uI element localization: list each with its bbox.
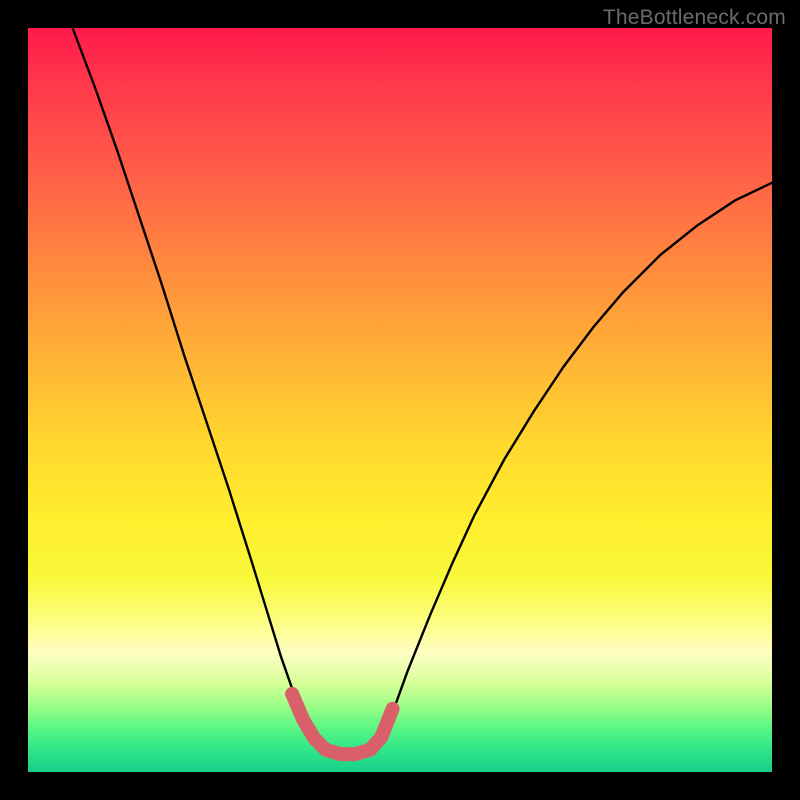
watermark-text: TheBottleneck.com bbox=[603, 6, 786, 30]
main-curve bbox=[73, 28, 772, 754]
plot-area bbox=[28, 28, 772, 772]
highlight-segment bbox=[292, 694, 393, 754]
curve-layer bbox=[28, 28, 772, 772]
chart-frame: TheBottleneck.com bbox=[0, 0, 800, 800]
